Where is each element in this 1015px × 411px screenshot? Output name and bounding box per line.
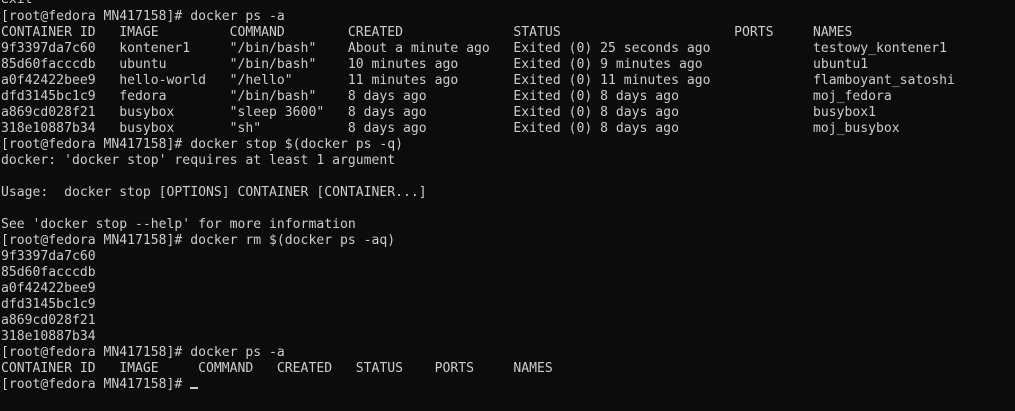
text-cursor [190,387,199,389]
prompt-line-docker-ps: [root@fedora MN417158]# docker ps -a [1,9,285,24]
output-line-exit: exit [1,0,33,8]
ps-table-row: dfd3145bc1c9 fedora "/bin/bash" 8 days a… [1,89,892,104]
current-prompt-line[interactable]: [root@fedora MN417158]# [1,377,199,393]
ps-table-row: 318e10887b34 busybox "sh" 8 days ago Exi… [1,121,900,136]
ps-table-row: 9f3397da7c60 kontener1 "/bin/bash" About… [1,41,947,56]
prompt-line-docker-stop: [root@fedora MN417158]# docker stop $(do… [1,137,404,152]
ps-table-header: CONTAINER ID IMAGE COMMAND CREATED STATU… [1,25,853,40]
help-hint-line: See 'docker stop --help' for more inform… [1,217,356,232]
error-message: docker: 'docker stop' requires at least … [1,153,396,168]
removed-container-id: 9f3397da7c60 [1,249,96,264]
prompt-line-docker-ps: [root@fedora MN417158]# docker ps -a [1,345,285,360]
ps-table-row: a869cd028f21 busybox "sleep 3600" 8 days… [1,105,877,120]
removed-container-id: a869cd028f21 [1,313,96,328]
prompt-line-docker-rm: [root@fedora MN417158]# docker rm $(dock… [1,233,396,248]
removed-container-id: 318e10887b34 [1,329,96,344]
ps-table-header-empty: CONTAINER ID IMAGE COMMAND CREATED STATU… [1,361,553,376]
terminal-window[interactable]: exit [root@fedora MN417158]# docker ps -… [0,0,1015,411]
current-prompt: [root@fedora MN417158]# [1,377,183,392]
ps-table-row: 85d60facccdb ubuntu "/bin/bash" 10 minut… [1,57,869,72]
removed-container-id: dfd3145bc1c9 [1,297,96,312]
usage-line: Usage: docker stop [OPTIONS] CONTAINER [… [1,185,427,200]
ps-table-row: a0f42422bee9 hello-world "/hello" 11 min… [1,73,955,88]
removed-container-id: 85d60facccdb [1,265,96,280]
removed-container-id: a0f42422bee9 [1,281,96,296]
